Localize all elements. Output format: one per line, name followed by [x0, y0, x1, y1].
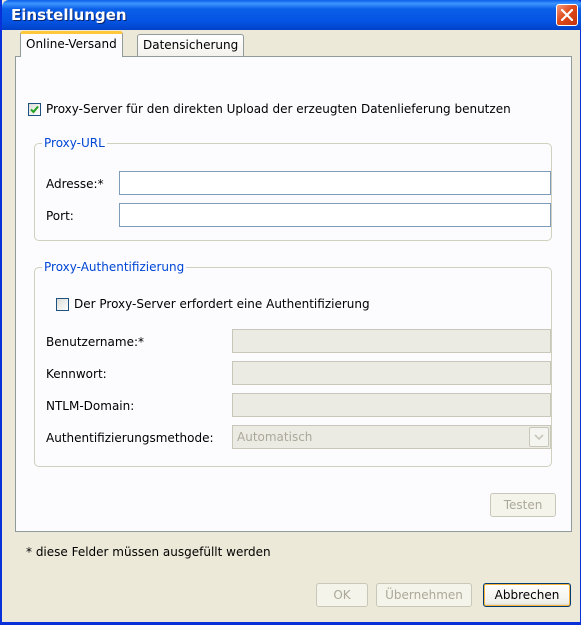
chevron-down-icon — [534, 434, 544, 441]
use-proxy-checkbox[interactable] — [28, 103, 41, 116]
tab-online-versand[interactable]: Online-Versand — [20, 31, 123, 57]
ok-button-label: OK — [333, 588, 351, 602]
tab-online-versand-label: Online-Versand — [26, 37, 117, 51]
tab-datensicherung[interactable]: Datensicherung — [137, 34, 245, 56]
title-bar[interactable]: Einstellungen — [2, 0, 581, 30]
apply-button[interactable]: Übernehmen — [376, 583, 472, 607]
proxy-url-legend: Proxy-URL — [42, 136, 107, 150]
window-title: Einstellungen — [11, 6, 127, 24]
proxy-auth-legend: Proxy-Authentifizierung — [42, 260, 187, 274]
password-input[interactable] — [232, 361, 551, 385]
ntlm-domain-label: NTLM-Domain: — [46, 399, 135, 413]
username-label: Benutzername:* — [46, 335, 145, 349]
port-input[interactable] — [119, 203, 551, 227]
close-icon — [561, 9, 573, 21]
auth-required-label[interactable]: Der Proxy-Server erfordert eine Authenti… — [74, 297, 370, 311]
auth-method-dropdown-button[interactable] — [529, 427, 549, 447]
use-proxy-label[interactable]: Proxy-Server für den direkten Upload der… — [46, 102, 511, 116]
address-input[interactable] — [119, 171, 551, 195]
address-label: Adresse:* — [46, 177, 104, 191]
auth-method-select[interactable]: Automatisch — [232, 425, 551, 449]
auth-method-value: Automatisch — [237, 430, 313, 444]
username-input[interactable] — [232, 329, 551, 353]
close-button[interactable] — [556, 4, 578, 26]
dialog-window: Einstellungen Online-Versand Datensicher… — [0, 0, 581, 625]
tab-datensicherung-label: Datensicherung — [143, 38, 239, 52]
password-label: Kennwort: — [46, 367, 107, 381]
tab-panel-online-versand: Proxy-Server für den direkten Upload der… — [15, 56, 572, 532]
test-button[interactable]: Testen — [490, 493, 556, 517]
auth-required-checkbox[interactable] — [56, 298, 69, 311]
auth-method-label: Authentifizierungsmethode: — [46, 431, 214, 445]
cancel-button-label: Abbrechen — [494, 588, 560, 602]
required-fields-footnote: * diese Felder müssen ausgefüllt werden — [26, 545, 271, 559]
cancel-button[interactable]: Abbrechen — [483, 583, 571, 607]
apply-button-label: Übernehmen — [385, 588, 463, 602]
port-label: Port: — [46, 209, 74, 223]
checkmark-icon — [30, 105, 39, 114]
ok-button[interactable]: OK — [316, 583, 368, 607]
ntlm-domain-input[interactable] — [232, 393, 551, 417]
test-button-label: Testen — [503, 498, 543, 512]
